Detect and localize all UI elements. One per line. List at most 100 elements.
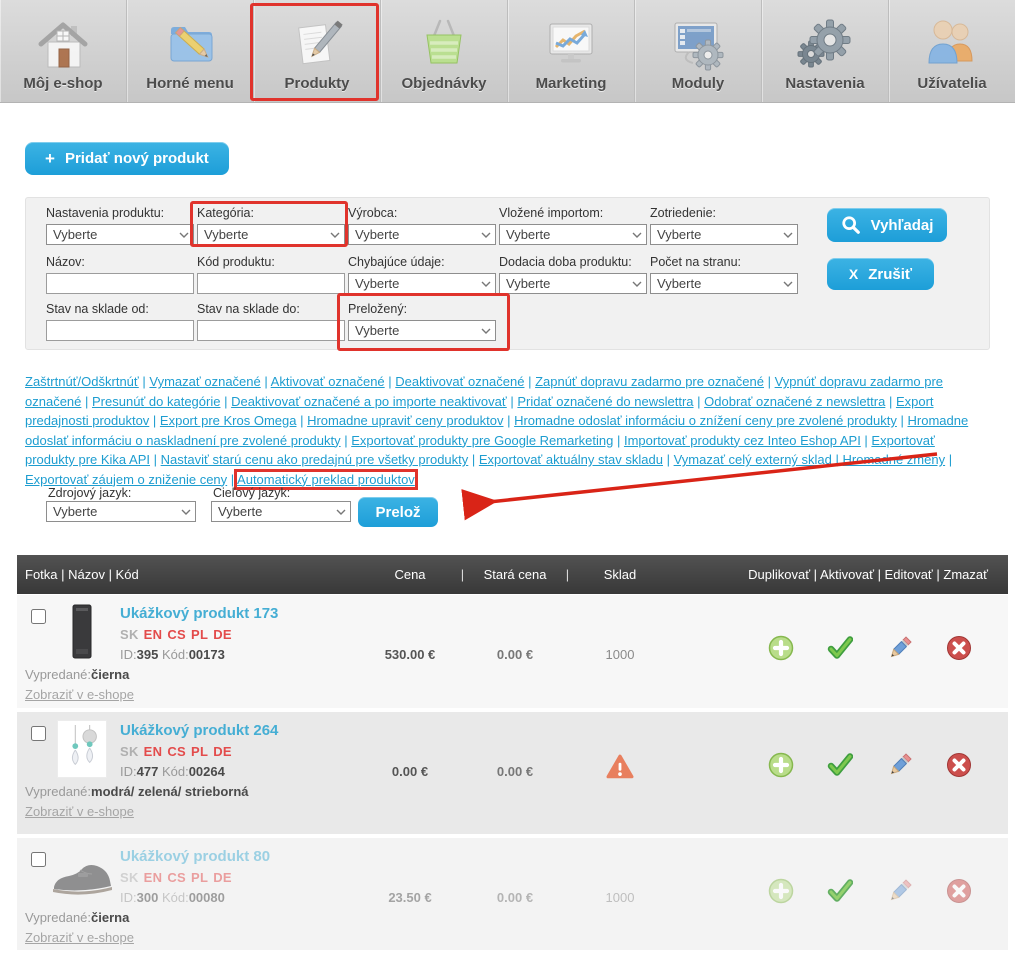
dodacia-doba-select[interactable]: Vyberte [499, 273, 647, 294]
nav-item-produkty[interactable]: Produkty [254, 0, 381, 102]
edit-icon[interactable] [887, 752, 913, 778]
bulk-link[interactable]: Hromadne odoslať informáciu o znížení ce… [514, 413, 897, 428]
zotriedenie-select[interactable]: Vyberte [650, 224, 798, 245]
bulk-link[interactable]: Nastaviť starú cenu ako predajnú pre vše… [161, 452, 469, 467]
select-value: Vyberte [218, 504, 262, 519]
select-value: Vyberte [355, 323, 399, 338]
soldout-variant: Vypredané:čierna [25, 667, 129, 682]
pocet-na-stranu-select[interactable]: Vyberte [650, 273, 798, 294]
nav-item-horne-menu[interactable]: Horné menu [127, 0, 254, 102]
dodacia-doba-label: Dodacia doba produktu: [499, 255, 649, 269]
bulk-link[interactable]: Odobrať označené z newslettra [704, 394, 885, 409]
product-id-code: ID:477 Kód:00264 [120, 764, 278, 779]
bulk-link[interactable]: Exportovať produkty pre Google Remarketi… [351, 433, 613, 448]
row-checkbox[interactable] [31, 726, 46, 741]
activate-icon[interactable] [827, 752, 853, 778]
zdrojovy-jazyk-select[interactable]: Vyberte [46, 501, 196, 522]
product-name-link[interactable]: Ukážkový produkt 173 [120, 605, 278, 622]
search-button[interactable]: Vyhľadaj [827, 208, 947, 242]
stock-cell [570, 754, 670, 783]
product-id-code: ID:300 Kód:00080 [120, 890, 270, 905]
bulk-link[interactable]: Exportovať aktuálny stav skladu [479, 452, 663, 467]
product-image [57, 603, 107, 661]
bulk-link[interactable]: Zapnúť dopravu zadarmo pre označené [535, 374, 764, 389]
chybajuce-udaje-select[interactable]: Vyberte [348, 273, 496, 294]
nastavenia-produktu-select[interactable]: Vyberte [46, 224, 194, 245]
old-price-cell: 0.00 € [465, 647, 565, 662]
chevron-down-icon [181, 509, 191, 515]
folder-pencil-icon [159, 13, 221, 75]
bulk-link[interactable]: Zaštrtnúť/Odškrtnúť [25, 374, 139, 389]
bulk-link[interactable]: Presunúť do kategórie [92, 394, 220, 409]
stock-cell: 1000 [570, 647, 670, 662]
nav-item-label: Marketing [536, 75, 607, 92]
bulk-link[interactable]: Importovať produkty cez Inteo Eshop API [624, 433, 861, 448]
product-name-link[interactable]: Ukážkový produkt 80 [120, 848, 270, 865]
duplicate-icon[interactable] [768, 752, 794, 778]
add-product-button[interactable]: + Pridať nový produkt [25, 142, 229, 175]
vlozene-importom-select[interactable]: Vyberte [499, 224, 647, 245]
plus-icon: + [45, 149, 55, 169]
stav-od-label: Stav na sklade od: [46, 302, 196, 316]
translate-button[interactable]: Prelož [358, 497, 438, 527]
activate-icon[interactable] [827, 878, 853, 904]
edit-icon[interactable] [887, 635, 913, 661]
nazov-input[interactable] [46, 273, 194, 294]
chevron-down-icon [481, 232, 491, 238]
nav-item-uzivatelia[interactable]: Užívatelia [889, 0, 1015, 102]
bulk-link[interactable]: Vymazať celý externý sklad [674, 452, 832, 467]
product-name-link[interactable]: Ukážkový produkt 264 [120, 722, 278, 739]
delete-icon[interactable] [946, 752, 972, 778]
row-checkbox[interactable] [31, 609, 46, 624]
kategoria-label: Kategória: [197, 206, 347, 220]
edit-icon[interactable] [887, 878, 913, 904]
chart-monitor-icon [540, 13, 602, 75]
bulk-link[interactable]: Deaktivovať označené [395, 374, 524, 389]
products-admin-page: Môj e-shop Horné menu [0, 0, 1015, 957]
bulk-link-auto-preklad[interactable]: Automatický preklad produktov [237, 472, 415, 487]
prelozeny-select[interactable]: Vyberte [348, 320, 496, 341]
vlozene-importom-label: Vložené importom: [499, 206, 649, 220]
duplicate-icon[interactable] [768, 878, 794, 904]
nav-item-moduly[interactable]: Moduly [635, 0, 762, 102]
filter-panel: Nastavenia produktu: Vyberte Kategória: … [25, 197, 990, 350]
nav-item-moj-eshop[interactable]: Môj e-shop [0, 0, 127, 102]
nav-item-marketing[interactable]: Marketing [508, 0, 635, 102]
nazov-label: Názov: [46, 255, 196, 269]
bulk-link[interactable]: Vymazať označené [149, 374, 260, 389]
kod-produktu-input[interactable] [197, 273, 345, 294]
bulk-link[interactable]: Pridať označené do newslettra [517, 394, 693, 409]
nav-item-nastavenia[interactable]: Nastavenia [762, 0, 889, 102]
header-sklad: Sklad [570, 567, 670, 582]
nav-item-label: Produkty [284, 75, 349, 92]
product-image [57, 720, 107, 778]
chevron-down-icon [632, 232, 642, 238]
activate-icon[interactable] [827, 635, 853, 661]
select-value: Vyberte [355, 276, 399, 291]
delete-icon[interactable] [946, 635, 972, 661]
bulk-link[interactable]: Aktivovať označené [271, 374, 385, 389]
bulk-link[interactable]: Deaktivovať označené a po importe neakti… [231, 394, 507, 409]
stav-do-input[interactable] [197, 320, 345, 341]
bulk-link[interactable]: Export pre Kros Omega [160, 413, 297, 428]
show-in-eshop-link[interactable]: Zobraziť v e-shope [25, 804, 134, 819]
bulk-link[interactable]: Hromadne upraviť ceny produktov [307, 413, 503, 428]
cancel-button[interactable]: X Zrušiť [827, 258, 934, 290]
vyrobca-select[interactable]: Vyberte [348, 224, 496, 245]
chevron-down-icon [783, 281, 793, 287]
row-checkbox[interactable] [31, 852, 46, 867]
show-in-eshop-link[interactable]: Zobraziť v e-shope [25, 930, 134, 945]
header-cena: Cena [360, 567, 460, 582]
show-in-eshop-link[interactable]: Zobraziť v e-shope [25, 687, 134, 702]
duplicate-icon[interactable] [768, 635, 794, 661]
stav-od-input[interactable] [46, 320, 194, 341]
kategoria-select[interactable]: Vyberte [197, 224, 345, 245]
select-value: Vyberte [53, 504, 97, 519]
delete-icon[interactable] [946, 878, 972, 904]
bulk-link[interactable]: Exportovať záujem o zniženie ceny [25, 472, 227, 487]
add-product-label: Pridať nový produkt [65, 150, 209, 167]
cielovy-jazyk-select[interactable]: Vyberte [211, 501, 351, 522]
nav-item-objednavky[interactable]: Objednávky [381, 0, 508, 102]
header-actions: Duplikovať | Aktivovať | Editovať | Zmaz… [748, 555, 988, 594]
bulk-link[interactable]: Hromadné zmeny [843, 452, 946, 467]
